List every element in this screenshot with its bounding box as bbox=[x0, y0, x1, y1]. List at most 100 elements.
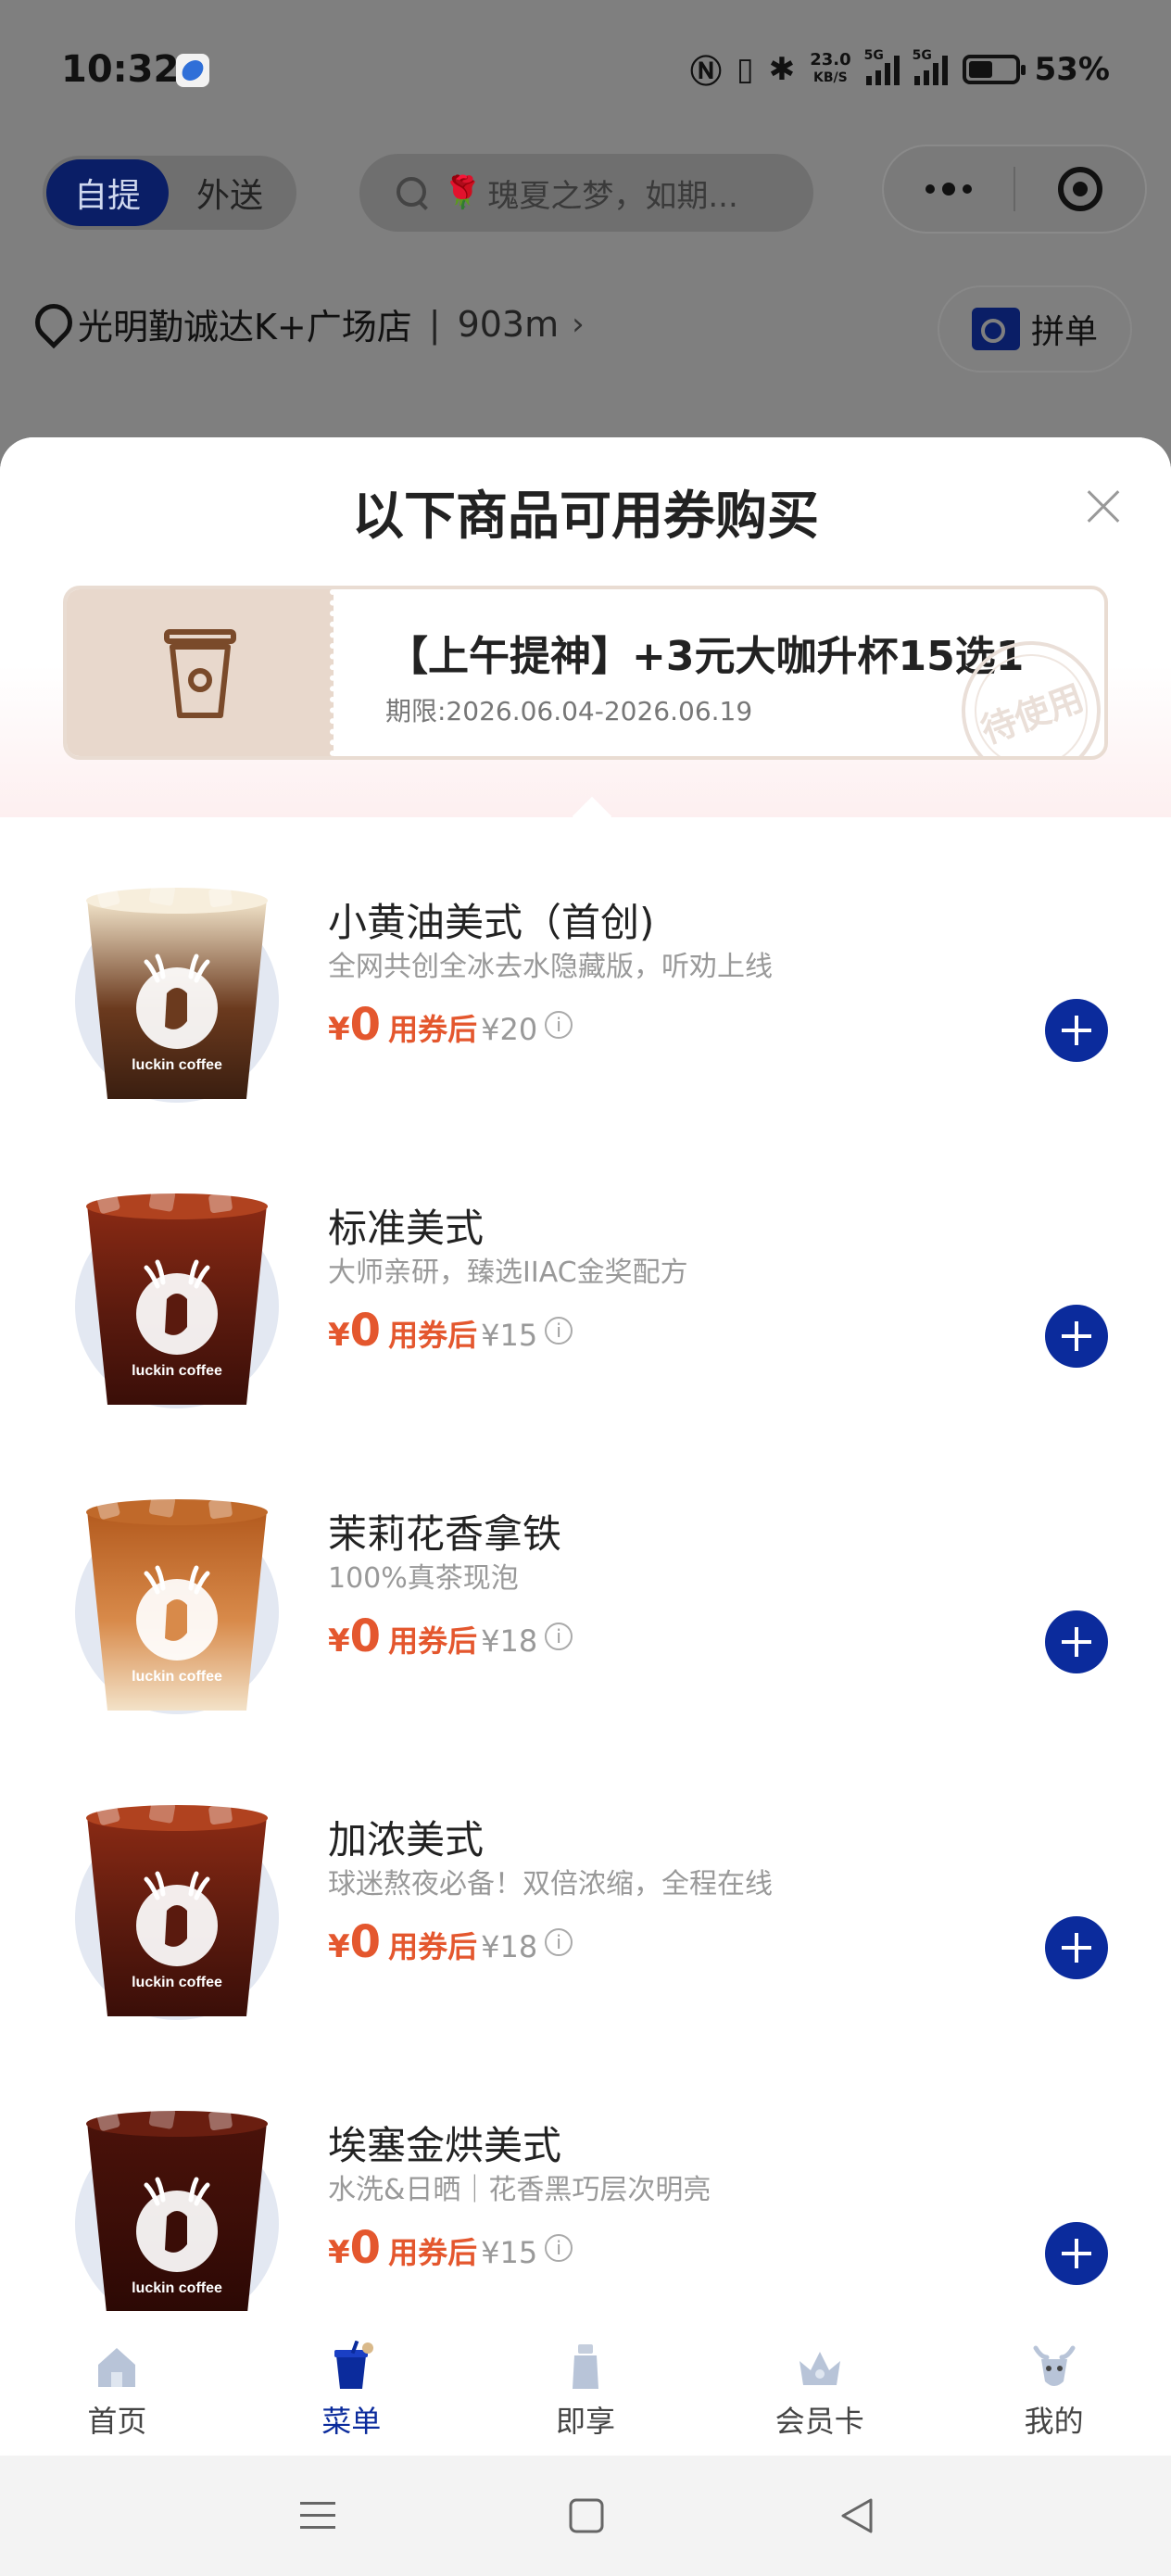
battery-percent: 53% bbox=[1034, 50, 1110, 88]
product-item[interactable]: luckin coffee 加浓美式 球迷熬夜必备！双倍浓缩，全程在线 ¥ 0 … bbox=[0, 1735, 1171, 2040]
price-row: ¥ 0 用券后 ¥18 i bbox=[328, 1916, 573, 1968]
price-label: 用券后 bbox=[388, 1012, 478, 1047]
add-to-cart-button[interactable] bbox=[1045, 1610, 1108, 1673]
store-separator: | bbox=[428, 303, 441, 345]
add-to-cart-button[interactable] bbox=[1045, 999, 1108, 1062]
product-item[interactable]: luckin coffee 标准美式 大师亲研，臻选IIAC金奖配方 ¥ 0 用… bbox=[0, 1123, 1171, 1429]
mode-pickup[interactable]: 自提 bbox=[46, 159, 169, 226]
sheet-title: 以下商品可用券购买 bbox=[352, 486, 819, 547]
tab-menu-cup[interactable]: 菜单 bbox=[234, 2311, 469, 2456]
battery-icon bbox=[962, 54, 1026, 84]
menu-cup-icon bbox=[334, 2341, 374, 2389]
product-item[interactable]: luckin coffee 埃塞金烘美式 水洗&日晒｜花香黑巧层次明亮 ¥ 0 … bbox=[0, 2040, 1171, 2346]
product-image[interactable]: luckin coffee bbox=[61, 1177, 293, 1408]
coupon-card[interactable]: 【上午提神】+3元大咖升杯15选1 期限:2026.06.04-2026.06.… bbox=[63, 586, 1108, 760]
tab-deer[interactable]: 我的 bbox=[937, 2311, 1171, 2456]
tab-label: 我的 bbox=[1024, 2404, 1084, 2439]
price-currency: ¥ bbox=[328, 1623, 350, 1660]
tab-bottle[interactable]: 即享 bbox=[469, 2311, 703, 2456]
original-price: ¥15 bbox=[481, 1318, 538, 1353]
info-icon[interactable]: i bbox=[545, 1317, 573, 1345]
recent-apps-icon[interactable] bbox=[295, 2493, 341, 2539]
status-indicators: Ⓝ ▯ ✱ 23.0 KB/S 5G 5G 53% bbox=[690, 46, 1110, 92]
product-image[interactable]: luckin coffee bbox=[61, 2094, 293, 2326]
bottom-tab-bar: 首页 菜单 即享 会员卡 我的 bbox=[0, 2311, 1171, 2456]
coupon-validity: 期限:2026.06.04-2026.06.19 bbox=[385, 696, 753, 726]
sheet-header: 以下商品可用券购买 【上午提神】+3元大咖升杯15选1 期限:2026.06.0… bbox=[0, 437, 1171, 837]
product-name: 加浓美式 bbox=[328, 1817, 485, 1863]
back-nav-icon[interactable] bbox=[834, 2493, 880, 2539]
tab-label: 首页 bbox=[87, 2404, 147, 2439]
signal-icon: 5G bbox=[864, 48, 900, 85]
store-distance: 903m bbox=[457, 303, 560, 345]
group-order-label: 拼单 bbox=[1030, 313, 1098, 351]
add-to-cart-button[interactable] bbox=[1045, 1305, 1108, 1368]
price-currency: ¥ bbox=[328, 1928, 350, 1965]
mode-delivery[interactable]: 外送 bbox=[169, 159, 291, 226]
tab-label: 菜单 bbox=[321, 2404, 382, 2439]
vibrate-icon: ▯ bbox=[736, 50, 754, 88]
chevron-right-icon: › bbox=[572, 305, 585, 343]
tab-home[interactable]: 首页 bbox=[0, 2311, 234, 2456]
product-image[interactable]: luckin coffee bbox=[61, 1483, 293, 1714]
product-list: luckin coffee 小黄油美式（首创) 全网共创全冰去水隐藏版，听劝上线… bbox=[0, 817, 1171, 2346]
group-order-button[interactable]: 拼单 bbox=[938, 285, 1132, 373]
pickup-delivery-toggle[interactable]: 自提 外送 bbox=[43, 156, 296, 230]
add-to-cart-button[interactable] bbox=[1045, 2222, 1108, 2285]
search-placeholder: 瑰夏之梦，如期... bbox=[487, 177, 738, 215]
search-input[interactable]: 🌹 瑰夏之梦，如期... bbox=[359, 154, 813, 232]
price-label: 用券后 bbox=[388, 1623, 478, 1659]
tab-crown[interactable]: 会员卡 bbox=[702, 2311, 937, 2456]
location-pin-icon bbox=[33, 304, 65, 345]
coupon-products-sheet: 以下商品可用券购买 【上午提神】+3元大咖升杯15选1 期限:2026.06.0… bbox=[0, 437, 1171, 2457]
home-nav-icon[interactable] bbox=[563, 2493, 610, 2539]
price-row: ¥ 0 用券后 ¥18 i bbox=[328, 1610, 573, 1662]
original-price: ¥15 bbox=[481, 2235, 538, 2270]
info-icon[interactable]: i bbox=[545, 1623, 573, 1650]
nfc-icon: Ⓝ bbox=[689, 54, 722, 91]
product-name: 茉莉花香拿铁 bbox=[328, 1511, 562, 1557]
product-name: 标准美式 bbox=[328, 1206, 485, 1251]
network-speed: 23.0 KB/S bbox=[810, 50, 851, 86]
tab-label: 会员卡 bbox=[774, 2404, 864, 2439]
price-label: 用券后 bbox=[388, 1318, 478, 1353]
product-description: 100%真茶现泡 bbox=[328, 1562, 519, 1595]
close-mini-program-icon[interactable] bbox=[1015, 145, 1145, 234]
tab-label: 即享 bbox=[555, 2404, 615, 2439]
coupon-price: 0 bbox=[349, 1916, 382, 1968]
product-image[interactable]: luckin coffee bbox=[61, 871, 293, 1103]
product-description: 球迷熬夜必备！双倍浓缩，全程在线 bbox=[328, 1868, 773, 1900]
price-row: ¥ 0 用券后 ¥15 i bbox=[328, 1305, 573, 1357]
store-selector[interactable]: 光明勤诚达K+广场店 | 903m › bbox=[33, 298, 585, 349]
svg-text:luckin coffee: luckin coffee bbox=[132, 1975, 222, 1990]
coffee-cup-icon bbox=[164, 629, 236, 718]
product-item[interactable]: luckin coffee 茉莉花香拿铁 100%真茶现泡 ¥ 0 用券后 ¥1… bbox=[0, 1429, 1171, 1735]
deer-icon bbox=[1033, 2345, 1076, 2386]
svg-text:luckin coffee: luckin coffee bbox=[132, 1363, 222, 1379]
coupon-icon-panel bbox=[67, 589, 335, 756]
info-icon[interactable]: i bbox=[545, 2234, 573, 2262]
info-icon[interactable]: i bbox=[545, 1928, 573, 1956]
system-nav-bar bbox=[0, 2456, 1171, 2576]
search-icon bbox=[395, 175, 430, 210]
price-currency: ¥ bbox=[328, 1317, 350, 1354]
store-name: 光明勤诚达K+广场店 bbox=[78, 307, 412, 347]
close-icon[interactable] bbox=[1080, 484, 1127, 530]
info-icon[interactable]: i bbox=[545, 1011, 573, 1039]
signal-icon-2: 5G bbox=[913, 48, 948, 85]
coupon-price: 0 bbox=[349, 999, 382, 1051]
price-row: ¥ 0 用券后 ¥20 i bbox=[328, 999, 573, 1051]
add-to-cart-button[interactable] bbox=[1045, 1916, 1108, 1979]
product-image[interactable]: luckin coffee bbox=[61, 1788, 293, 2020]
svg-text:luckin coffee: luckin coffee bbox=[132, 2280, 222, 2296]
more-icon[interactable] bbox=[884, 145, 1014, 234]
product-name: 小黄油美式（首创) bbox=[328, 900, 655, 945]
notification-app-icon bbox=[176, 54, 209, 87]
rose-icon: 🌹 bbox=[443, 174, 483, 211]
coupon-price: 0 bbox=[349, 1610, 382, 1662]
crown-icon bbox=[799, 2352, 840, 2385]
product-item[interactable]: luckin coffee 小黄油美式（首创) 全网共创全冰去水隐藏版，听劝上线… bbox=[0, 817, 1171, 1123]
mini-program-capsule bbox=[882, 145, 1147, 234]
price-label: 用券后 bbox=[388, 1929, 478, 1964]
coupon-price: 0 bbox=[349, 2222, 382, 2274]
